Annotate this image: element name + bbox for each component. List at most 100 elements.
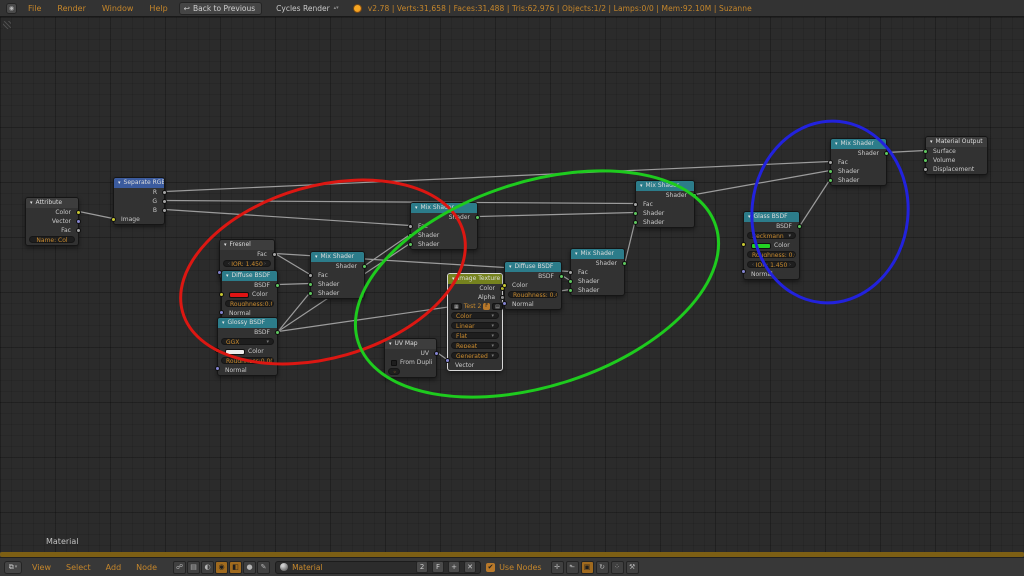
input-socket-color[interactable]: [215, 348, 220, 353]
node-mix-shader-4[interactable]: ▾Mix ShaderShaderFacShaderShader: [635, 180, 695, 228]
input-socket-shader[interactable]: [408, 233, 413, 238]
node-image-texture[interactable]: ▾Image TextureColorAlpha▦Test 2F▤✕Color▾…: [447, 273, 503, 371]
collapse-icon[interactable]: ▾: [575, 249, 578, 259]
dropdown[interactable]: Repeat▾: [451, 342, 499, 349]
uv-map-select-button[interactable]: ◦: [388, 368, 400, 375]
node-mix-shader-2[interactable]: ▾Mix ShaderShaderFacShaderShader: [410, 202, 478, 250]
menu-add[interactable]: Add: [101, 563, 127, 572]
output-socket-shader[interactable]: [622, 261, 627, 266]
input-socket-fac[interactable]: [408, 224, 413, 229]
collapse-icon[interactable]: ▾: [452, 274, 455, 284]
node-header[interactable]: ▾Separate RGB: [114, 178, 164, 188]
use-nodes-toggle[interactable]: ✔ Use Nodes: [486, 563, 542, 572]
output-socket-bsdf[interactable]: [275, 330, 280, 335]
input-socket-normal[interactable]: [215, 366, 220, 371]
pin-small-icon[interactable]: ☍: [173, 561, 186, 574]
output-socket-vector[interactable]: [76, 219, 81, 224]
output-socket-shader[interactable]: [362, 264, 367, 269]
dropdown[interactable]: Color▾: [451, 312, 499, 319]
collapse-icon[interactable]: ▾: [226, 271, 229, 281]
output-socket-fac[interactable]: [272, 252, 277, 257]
output-socket-uv[interactable]: [434, 351, 439, 356]
collapse-icon[interactable]: ▾: [509, 262, 512, 272]
collapse-icon[interactable]: ▾: [640, 181, 643, 191]
unlink-material-button[interactable]: ✕: [464, 561, 476, 573]
input-socket-shader[interactable]: [828, 178, 833, 183]
fake-user-button[interactable]: F: [432, 561, 444, 573]
users-count-button[interactable]: 2: [416, 561, 428, 573]
value-field[interactable]: Roughness: 0.000: [747, 251, 796, 258]
scene-icon[interactable]: ▤: [187, 561, 200, 574]
dropdown[interactable]: Beckmann▾: [747, 232, 796, 239]
fake-user-button[interactable]: F: [483, 303, 490, 310]
node-header[interactable]: ▾Glossy BSDF: [218, 318, 277, 328]
refresh-icon[interactable]: ↻: [596, 561, 609, 574]
color-swatch[interactable]: [751, 243, 771, 249]
node-header[interactable]: ▾Attribute: [26, 198, 78, 208]
input-socket-surface[interactable]: [923, 149, 928, 154]
menu-view[interactable]: View: [27, 563, 56, 572]
output-socket-color[interactable]: [76, 210, 81, 215]
menu-window[interactable]: Window: [97, 4, 139, 13]
node-mix-shader-3[interactable]: ▾Mix ShaderShaderFacShaderShader: [570, 248, 625, 296]
menu-select[interactable]: Select: [61, 563, 96, 572]
value-field[interactable]: Roughness:0.000: [221, 357, 274, 364]
render-engine-select[interactable]: Cycles Render▴▾: [268, 4, 347, 13]
menu-file[interactable]: File: [23, 4, 46, 13]
editor-type-button[interactable]: ⧉▾: [4, 561, 22, 574]
world-icon[interactable]: ◐: [201, 561, 214, 574]
node-mix-shader-1[interactable]: ▾Mix ShaderShaderFacShaderShader: [310, 251, 365, 299]
output-socket-b[interactable]: [162, 208, 167, 213]
lamp-icon[interactable]: ●: [243, 561, 256, 574]
node-diffuse-bsdf-1[interactable]: ▾Diffuse BSDFBSDFColorRoughness:0.000Nor…: [221, 270, 278, 319]
node-header[interactable]: ▾Fresnel: [220, 240, 274, 250]
collapse-icon[interactable]: ▾: [389, 339, 392, 349]
input-socket-displacement[interactable]: [923, 167, 928, 172]
output-socket-r[interactable]: [162, 190, 167, 195]
material-name-field[interactable]: Material: [292, 563, 412, 572]
collapse-icon[interactable]: ▾: [30, 198, 33, 208]
output-socket-bsdf[interactable]: [275, 283, 280, 288]
menu-node[interactable]: Node: [131, 563, 162, 572]
input-socket-vector[interactable]: [445, 358, 450, 363]
color-swatch[interactable]: [225, 349, 245, 355]
collapse-icon[interactable]: ▾: [118, 178, 121, 188]
node-uv-map[interactable]: ▾UV MapUVFrom Dupli◦: [384, 338, 437, 378]
color-swatch[interactable]: [229, 292, 249, 298]
value-field[interactable]: ‹IOR: 1.450›: [747, 261, 796, 268]
input-socket-color[interactable]: [741, 242, 746, 247]
node-attribute[interactable]: ▾AttributeColorVectorFacName: Col: [25, 197, 79, 246]
collapse-icon[interactable]: ▾: [930, 137, 933, 147]
app-menu-icon[interactable]: ◉: [6, 3, 17, 14]
snap-icon[interactable]: ⁘: [611, 561, 624, 574]
node-header[interactable]: ▾Mix Shader: [311, 252, 364, 262]
region-corner-widget[interactable]: [3, 21, 11, 29]
image-datablock-row[interactable]: ▦Test 2F▤✕: [448, 302, 502, 311]
node-separate-rgb[interactable]: ▾Separate RGBRGBImage: [113, 177, 165, 225]
material-icon[interactable]: ◧: [229, 561, 242, 574]
input-socket-shader[interactable]: [828, 169, 833, 174]
input-socket-fac[interactable]: [308, 273, 313, 278]
output-socket-g[interactable]: [162, 199, 167, 204]
input-socket-normal[interactable]: [219, 310, 224, 315]
collapse-icon[interactable]: ▾: [315, 252, 318, 262]
input-socket-fac[interactable]: [568, 270, 573, 275]
go-parent-icon[interactable]: ⬑: [566, 561, 579, 574]
input-socket-shader[interactable]: [568, 279, 573, 284]
input-socket-shader[interactable]: [308, 282, 313, 287]
input-socket-shader[interactable]: [308, 291, 313, 296]
linestyle-icon[interactable]: ✎: [257, 561, 270, 574]
input-socket-volume[interactable]: [923, 158, 928, 163]
pin-icon[interactable]: ✛: [551, 561, 564, 574]
output-socket-shader[interactable]: [884, 151, 889, 156]
value-field[interactable]: Name: Col: [29, 236, 75, 243]
node-header[interactable]: ▾Diffuse BSDF: [505, 262, 561, 272]
input-socket-shader[interactable]: [633, 211, 638, 216]
dropdown[interactable]: GGX▾: [221, 338, 274, 345]
collapse-icon[interactable]: ▾: [748, 212, 751, 222]
node-header[interactable]: ▾Mix Shader: [571, 249, 624, 259]
input-socket-color[interactable]: [219, 292, 224, 297]
collapse-icon[interactable]: ▾: [222, 318, 225, 328]
node-header[interactable]: ▾Material Output: [926, 137, 987, 147]
node-mix-shader-5[interactable]: ▾Mix ShaderShaderFacShaderShader: [830, 138, 887, 186]
